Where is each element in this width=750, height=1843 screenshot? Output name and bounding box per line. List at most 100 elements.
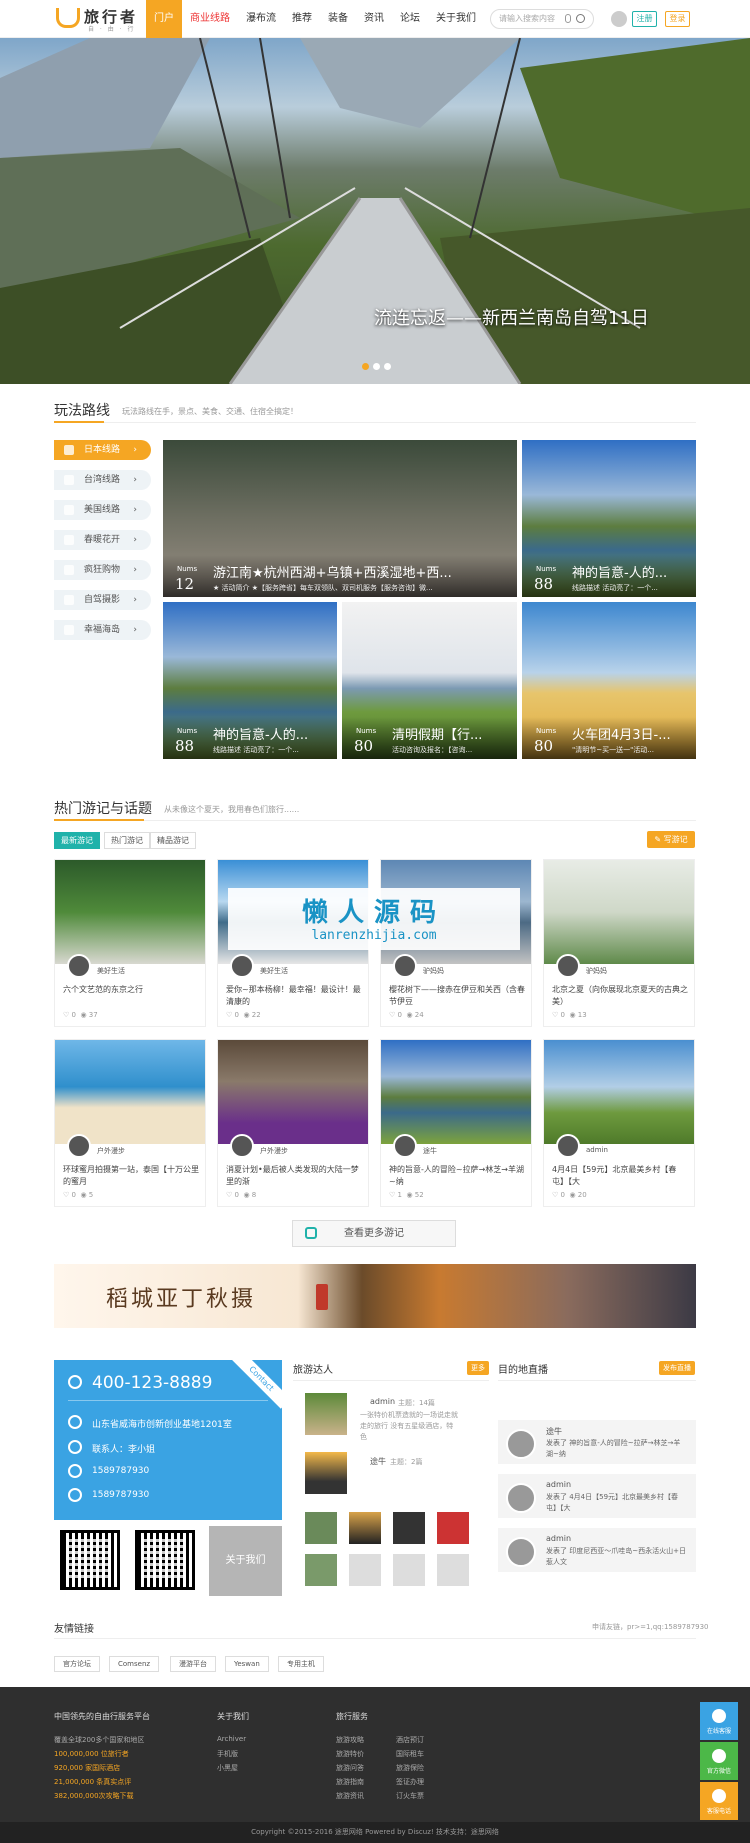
live-user[interactable]: admin xyxy=(546,1534,571,1543)
user-avatar[interactable] xyxy=(611,11,627,27)
about-us-button[interactable]: 关于我们 xyxy=(209,1526,282,1596)
footer-link[interactable]: 旅游问答 xyxy=(336,1763,364,1773)
banner-dot-2[interactable] xyxy=(373,363,380,370)
route-card-3[interactable]: Nums 88 神的旨意-人的... 线路描述 活动亮了：一个... xyxy=(163,602,337,759)
journal-image[interactable] xyxy=(55,1040,205,1144)
avatar[interactable] xyxy=(506,1537,536,1567)
tab-hot[interactable]: 热门游记 xyxy=(104,832,150,849)
footer-link[interactable]: 订火车票 xyxy=(396,1791,424,1801)
journal-card[interactable]: 美好生活 六个文艺范的东京之行 ♡ 0 ◉ 37 xyxy=(54,859,206,1027)
journal-author[interactable]: 户外漫步 xyxy=(260,1146,288,1156)
friend-link[interactable]: 专用主机 xyxy=(278,1656,324,1672)
journal-image[interactable] xyxy=(55,860,205,964)
nav-about[interactable]: 关于我们 xyxy=(428,0,484,38)
live-text[interactable]: 发表了 印度尼西亚～爪哇岛~西永活火山+日惹人文 xyxy=(546,1546,686,1568)
post-live-badge[interactable]: 发布直播 xyxy=(659,1361,695,1375)
friend-link[interactable]: 官方论坛 xyxy=(54,1656,100,1672)
member-thumb[interactable] xyxy=(437,1554,469,1586)
journal-author[interactable]: admin xyxy=(586,1146,608,1154)
member-thumb[interactable] xyxy=(305,1512,337,1544)
journal-title[interactable]: 4月4日【59元】北京最美乡村【春屯】【大 xyxy=(552,1164,688,1188)
journal-title[interactable]: 爱你~那本杨柳！最幸福！最设计！最清康的 xyxy=(226,984,362,1008)
avatar[interactable] xyxy=(393,1134,417,1158)
journal-author[interactable]: 美好生活 xyxy=(97,966,125,976)
login-button[interactable]: 登录 xyxy=(665,11,690,27)
nav-home[interactable]: 门户 xyxy=(146,0,182,38)
journal-author[interactable]: 美好生活 xyxy=(260,966,288,976)
journal-card[interactable]: 户外漫步 环球蜜月拍摄第一站，泰国【十万公里的蜜月 ♡ 0 ◉ 5 xyxy=(54,1039,206,1207)
live-item[interactable]: admin 发表了 印度尼西亚～爪哇岛~西永活火山+日惹人文 xyxy=(498,1528,696,1572)
expert-name[interactable]: 途牛 xyxy=(370,1456,386,1467)
footer-link[interactable]: 旅游特价 xyxy=(336,1749,364,1759)
site-logo[interactable]: 旅行者 自 · 由 · 行 xyxy=(56,6,146,33)
links-apply[interactable]: 申请友链，pr>=1,qq:1589787930 xyxy=(592,1622,709,1632)
journal-image[interactable] xyxy=(218,1040,368,1144)
footer-link[interactable]: 酒店预订 xyxy=(396,1735,424,1745)
live-text[interactable]: 发表了 神的旨意-人的冒险~拉萨→林芝→羊湖~纳 xyxy=(546,1438,686,1460)
people-more-badge[interactable]: 更多 xyxy=(467,1361,489,1375)
wechat-button[interactable]: 官方微信 xyxy=(700,1742,738,1780)
tab-featured[interactable]: 精品游记 xyxy=(150,832,196,849)
route-card-1[interactable]: Nums 12 游江南★杭州西湖+乌镇+西溪湿地+西... ★ 活动简介 ★【服… xyxy=(163,440,517,597)
member-thumb[interactable] xyxy=(393,1512,425,1544)
friend-link[interactable]: Comsenz xyxy=(109,1656,160,1672)
journal-title[interactable]: 消夏计划•最后被人类发现的大陆一梦里的渐 xyxy=(226,1164,362,1188)
nav-gear[interactable]: 装备 xyxy=(320,0,356,38)
avatar[interactable] xyxy=(67,1134,91,1158)
nav-news[interactable]: 资讯 xyxy=(356,0,392,38)
footer-link[interactable]: 旅游指南 xyxy=(336,1777,364,1787)
avatar[interactable] xyxy=(506,1429,536,1459)
nav-forum[interactable]: 论坛 xyxy=(392,0,428,38)
search-icon[interactable] xyxy=(576,14,585,23)
service-phone-button[interactable]: 客服电话 xyxy=(700,1782,738,1820)
friend-link[interactable]: 漫游平台 xyxy=(170,1656,216,1672)
search-input[interactable]: 请输入搜索内容 xyxy=(490,9,594,29)
avatar[interactable] xyxy=(67,954,91,978)
microphone-icon[interactable] xyxy=(565,14,571,23)
expert-photo[interactable] xyxy=(305,1393,347,1435)
friend-link[interactable]: Yeswan xyxy=(225,1656,269,1672)
avatar[interactable] xyxy=(230,954,254,978)
footer-link[interactable]: 手机版 xyxy=(217,1749,238,1759)
live-user[interactable]: admin xyxy=(546,1480,571,1489)
banner-dot-1[interactable] xyxy=(362,363,369,370)
route-menu-taiwan[interactable]: 台湾线路 › xyxy=(54,470,151,490)
journal-author[interactable]: 途牛 xyxy=(423,1146,437,1156)
live-item[interactable]: 途牛 发表了 神的旨意-人的冒险~拉萨→林芝→羊湖~纳 xyxy=(498,1420,696,1464)
journal-author[interactable]: 驴妈妈 xyxy=(423,966,444,976)
footer-link[interactable]: 旅游保险 xyxy=(396,1763,424,1773)
avatar[interactable] xyxy=(393,954,417,978)
journal-card[interactable]: admin 4月4日【59元】北京最美乡村【春屯】【大 ♡ 0 ◉ 20 xyxy=(543,1039,695,1207)
journal-card[interactable]: 驴妈妈 北京之夏（向你展现北京夏天的古典之美） ♡ 0 ◉ 13 xyxy=(543,859,695,1027)
avatar[interactable] xyxy=(230,1134,254,1158)
route-menu-island[interactable]: 幸福海岛 › xyxy=(54,620,151,640)
member-thumb[interactable] xyxy=(349,1512,381,1544)
hero-banner[interactable]: 流连忘返——新西兰南岛自驾11日 xyxy=(0,38,750,384)
nav-waterfall[interactable]: 瀑布流 xyxy=(238,0,284,38)
route-menu-shopping[interactable]: 疯狂购物 › xyxy=(54,560,151,580)
journal-author[interactable]: 驴妈妈 xyxy=(586,966,607,976)
route-card-2[interactable]: Nums 88 神的旨意-人的... 线路描述 活动亮了：一个... xyxy=(522,440,696,597)
ad-banner[interactable]: 稻城亚丁秋摄 xyxy=(54,1264,696,1328)
journal-image[interactable] xyxy=(544,1040,694,1144)
live-text[interactable]: 发表了 4月4日【59元】北京最美乡村【春屯】【大 xyxy=(546,1492,686,1514)
member-thumb[interactable] xyxy=(349,1554,381,1586)
member-thumb[interactable] xyxy=(393,1554,425,1586)
view-more-button[interactable]: 查看更多游记 xyxy=(292,1220,456,1247)
journal-title[interactable]: 樱花树下——搜赤在伊豆和关西（含春节伊豆 xyxy=(389,984,525,1008)
footer-link[interactable]: 旅游资讯 xyxy=(336,1791,364,1801)
avatar[interactable] xyxy=(556,1134,580,1158)
nav-business-routes[interactable]: 商业线路 xyxy=(182,0,238,38)
route-menu-usa[interactable]: 美国线路 › xyxy=(54,500,151,520)
footer-link[interactable]: 国际租车 xyxy=(396,1749,424,1759)
banner-dot-3[interactable] xyxy=(384,363,391,370)
route-menu-japan[interactable]: 日本线路 › xyxy=(54,440,151,460)
journal-card[interactable]: 户外漫步 消夏计划•最后被人类发现的大陆一梦里的渐 ♡ 0 ◉ 8 xyxy=(217,1039,369,1207)
live-item[interactable]: admin 发表了 4月4日【59元】北京最美乡村【春屯】【大 xyxy=(498,1474,696,1518)
route-menu-spring[interactable]: 春暖花开 › xyxy=(54,530,151,550)
journal-title[interactable]: 北京之夏（向你展现北京夏天的古典之美） xyxy=(552,984,688,1008)
journal-card[interactable]: 途牛 神的旨意-人的冒险~拉萨→林芝→羊湖~纳 ♡ 1 ◉ 52 xyxy=(380,1039,532,1207)
nav-recommend[interactable]: 推荐 xyxy=(284,0,320,38)
journal-title[interactable]: 环球蜜月拍摄第一站，泰国【十万公里的蜜月 xyxy=(63,1164,199,1188)
journal-author[interactable]: 户外漫步 xyxy=(97,1146,125,1156)
